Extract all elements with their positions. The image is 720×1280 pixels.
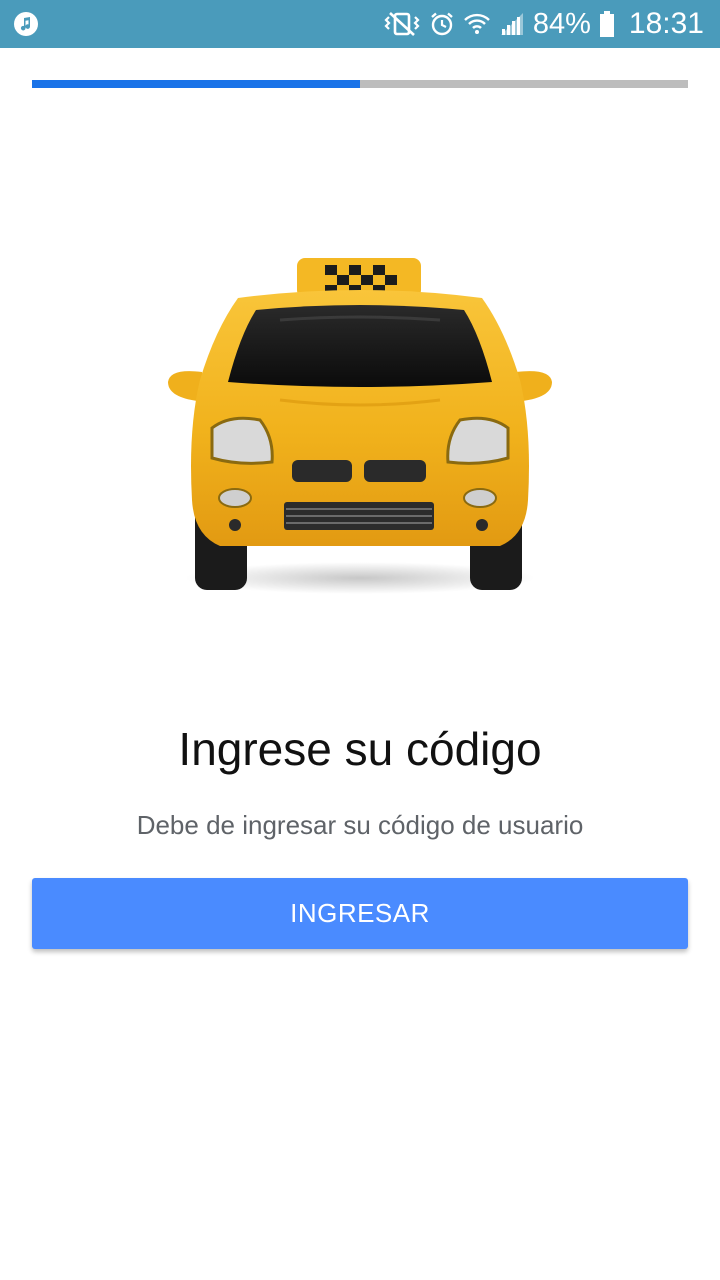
- battery-icon: [599, 11, 614, 37]
- login-button[interactable]: INGRESAR: [32, 878, 688, 949]
- alarm-icon: [431, 12, 453, 36]
- wifi-icon: [464, 13, 490, 34]
- signal-icon: [500, 13, 523, 35]
- vibrate-icon: [384, 12, 420, 36]
- music-note-icon: [14, 12, 38, 36]
- page-title: Ingrese su código: [178, 723, 542, 775]
- clock-time: 18:31: [628, 7, 704, 40]
- progress-fill: [32, 80, 360, 88]
- status-bar: 84% 18:31: [0, 0, 720, 48]
- taxi-car-image: [168, 258, 552, 594]
- battery-percent: 84%: [532, 7, 591, 40]
- progress-bar: [32, 80, 688, 88]
- page-subtitle: Debe de ingresar su código de usuario: [136, 810, 584, 840]
